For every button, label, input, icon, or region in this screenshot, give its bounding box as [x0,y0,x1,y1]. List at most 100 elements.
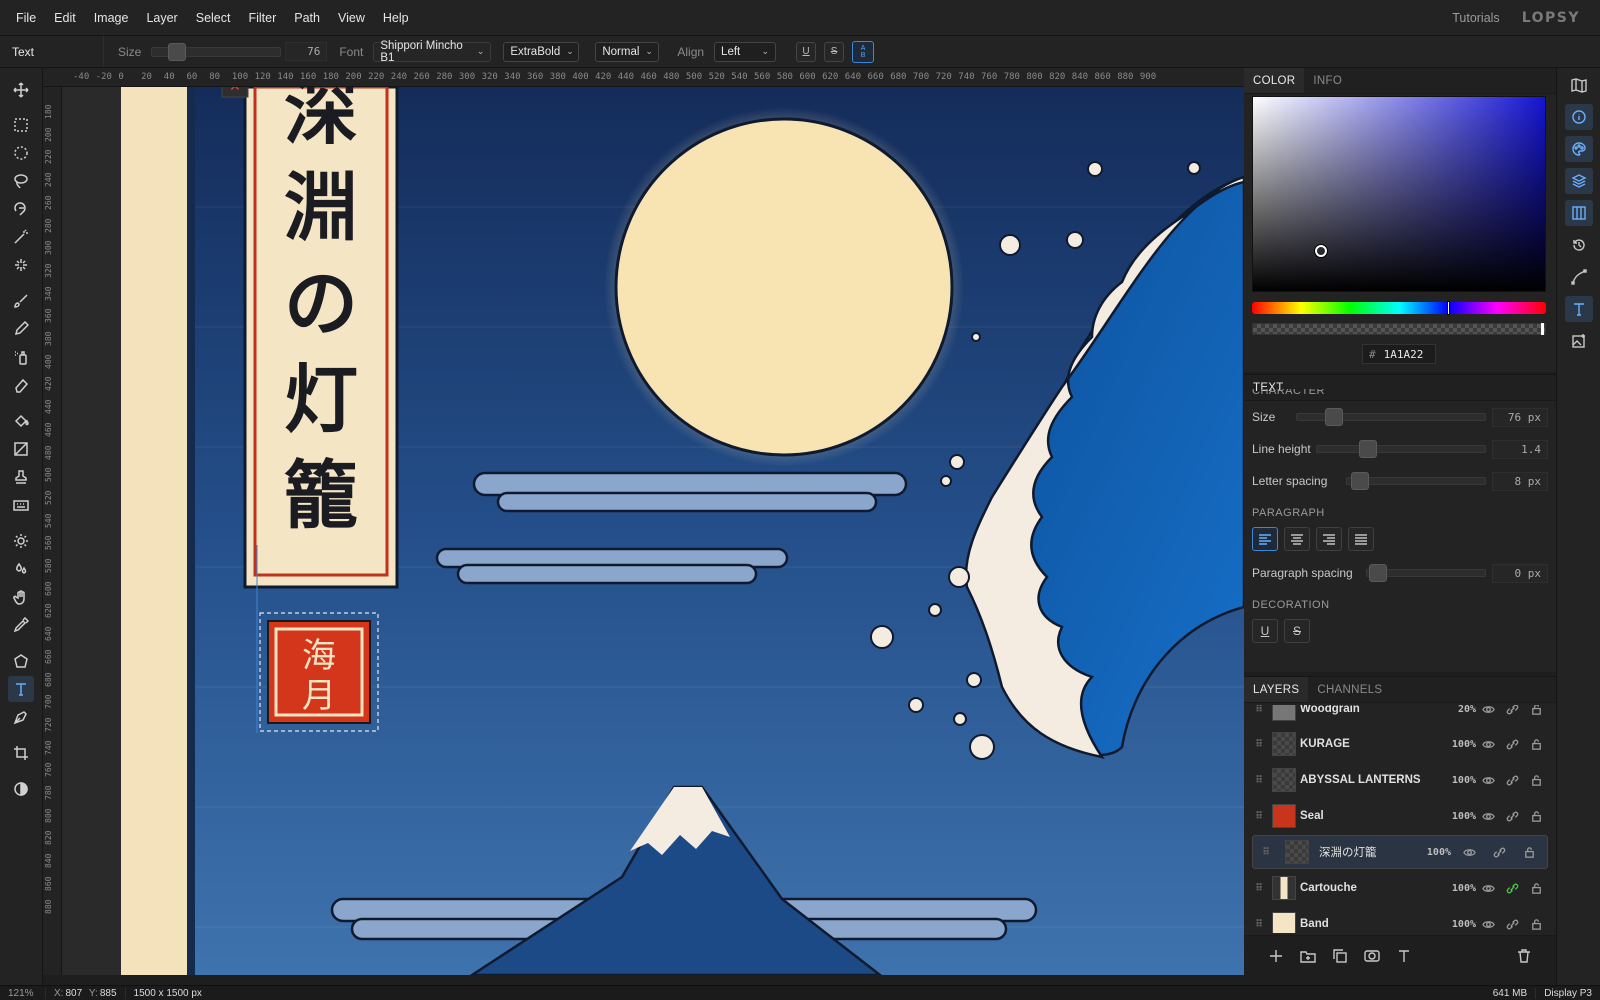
align-left-button[interactable] [1252,527,1278,551]
shape-tool[interactable] [8,648,34,674]
paragraph-spacing-slider[interactable] [1366,564,1486,582]
letter-spacing-value[interactable]: 8 px [1492,471,1548,491]
dodge-tool[interactable] [8,528,34,554]
spray-tool[interactable] [8,344,34,370]
eyedropper-tool[interactable] [8,612,34,638]
lock-icon[interactable] [1524,738,1548,751]
text-panel-button[interactable] [1565,296,1593,322]
picker-cursor[interactable] [1315,245,1327,257]
link-icon[interactable] [1487,846,1511,859]
magnetic-lasso-tool[interactable] [8,196,34,222]
lasso-tool[interactable] [8,168,34,194]
tutorials-link[interactable]: Tutorials [1452,11,1499,25]
eraser-tool[interactable] [8,372,34,398]
eye-icon[interactable] [1476,810,1500,823]
layer-row-abyssal-lanterns[interactable]: ⠿ ABYSSAL LANTERNS 100% [1252,763,1548,797]
hue-slider[interactable] [1252,301,1546,315]
alpha-slider-thumb[interactable] [1541,323,1544,335]
lock-icon[interactable] [1524,918,1548,931]
menu-select[interactable]: Select [187,11,240,25]
line-height-slider-thumb[interactable] [1359,440,1377,458]
drag-handle-icon[interactable]: ⠿ [1252,705,1266,715]
menu-edit[interactable]: Edit [45,11,85,25]
letter-spacing-slider-thumb[interactable] [1351,472,1369,490]
align-center-button[interactable] [1284,527,1310,551]
saturation-value-picker[interactable] [1252,96,1546,292]
add-layer-button[interactable] [1260,948,1292,964]
move-tool[interactable] [8,77,34,103]
history-panel-button[interactable] [1565,232,1593,258]
menu-image[interactable]: Image [85,11,138,25]
info-panel-button[interactable] [1565,104,1593,130]
tab-layers[interactable]: LAYERS [1244,677,1309,702]
lock-icon[interactable] [1524,810,1548,823]
stamp-tool[interactable] [8,464,34,490]
font-select[interactable]: Shippori Mincho B1 ⌄ [373,40,492,64]
link-icon[interactable] [1500,810,1524,823]
add-text-layer-button[interactable] [1388,948,1420,964]
text-tool[interactable] [8,676,34,702]
navigator-button[interactable] [1565,72,1593,98]
paths-panel-button[interactable] [1565,264,1593,290]
menu-layer[interactable]: Layer [137,11,186,25]
drag-handle-icon[interactable]: ⠿ [1252,811,1266,822]
hue-slider-thumb[interactable] [1447,301,1450,315]
canvas-viewport[interactable]: 深 淵 の 灯 籠 海 月 [62,87,1244,975]
color-swap-tool[interactable] [8,776,34,802]
drag-handle-icon[interactable]: ⠿ [1252,739,1266,750]
quick-select-tool[interactable] [8,252,34,278]
line-height-slider[interactable] [1316,440,1486,458]
drag-handle-icon[interactable]: ⠿ [1252,775,1266,786]
fill-tool[interactable] [8,408,34,434]
hand-tool[interactable] [8,584,34,610]
letter-spacing-slider[interactable] [1346,472,1486,490]
menu-view[interactable]: View [329,11,374,25]
drag-handle-icon[interactable]: ⠿ [1252,919,1266,930]
style-select[interactable]: Normal ⌄ [595,41,660,62]
align-select[interactable]: Left ⌄ [714,41,777,62]
zoom-level[interactable]: 121% [0,987,46,999]
menu-file[interactable]: File [0,11,45,25]
pattern-tool[interactable] [8,492,34,518]
layer-row-band[interactable]: ⠿ Band 100% [1252,907,1548,933]
size-slider-thumb[interactable] [168,42,187,61]
text-underline-button[interactable]: U [1252,619,1278,643]
menu-help[interactable]: Help [374,11,418,25]
color-panel-button[interactable] [1565,136,1593,162]
gradient-tool[interactable] [8,436,34,462]
align-justify-button[interactable] [1348,527,1374,551]
paragraph-spacing-value[interactable]: 0 px [1492,563,1548,583]
layer-row-seal[interactable]: ⠿ Seal 100% [1252,799,1548,833]
strikethrough-button[interactable]: S [824,41,845,62]
artwork-canvas[interactable]: 深 淵 の 灯 籠 海 月 [62,87,1244,975]
magic-wand-tool[interactable] [8,224,34,250]
layers-panel-button[interactable] [1565,168,1593,194]
eye-icon[interactable] [1476,774,1500,787]
text-size-slider[interactable] [1296,408,1486,426]
underline-button[interactable]: U [796,41,817,62]
text-strike-button[interactable]: S [1284,619,1310,643]
pen-tool[interactable] [8,704,34,730]
alpha-slider[interactable] [1252,323,1546,335]
crop-tool[interactable] [8,740,34,766]
link-icon[interactable] [1500,705,1524,716]
hex-input[interactable]: # 1A1A22 [1362,344,1436,364]
layer-row-cartouche[interactable]: ⠿ Cartouche 100% [1252,871,1548,905]
pencil-tool[interactable] [8,316,34,342]
layer-row-title-text[interactable]: ⠿ 深淵の灯籠 100% [1252,835,1548,869]
text-size-value[interactable]: 76 px [1492,407,1548,427]
duplicate-layer-button[interactable] [1324,948,1356,964]
layer-row-woodgrain[interactable]: ⠿ Woodgrain 20% [1252,705,1548,726]
eye-icon[interactable] [1476,738,1500,751]
align-right-button[interactable] [1316,527,1342,551]
eye-icon[interactable] [1476,918,1500,931]
size-value[interactable]: 76 [285,42,328,61]
lock-icon[interactable] [1524,705,1548,716]
brush-tool[interactable] [8,288,34,314]
lock-icon[interactable] [1524,882,1548,895]
drag-handle-icon[interactable]: ⠿ [1252,883,1266,894]
tab-channels[interactable]: CHANNELS [1308,677,1391,702]
size-slider[interactable] [151,42,282,61]
drag-handle-icon[interactable]: ⠿ [1259,847,1273,858]
delete-layer-button[interactable] [1508,948,1540,964]
